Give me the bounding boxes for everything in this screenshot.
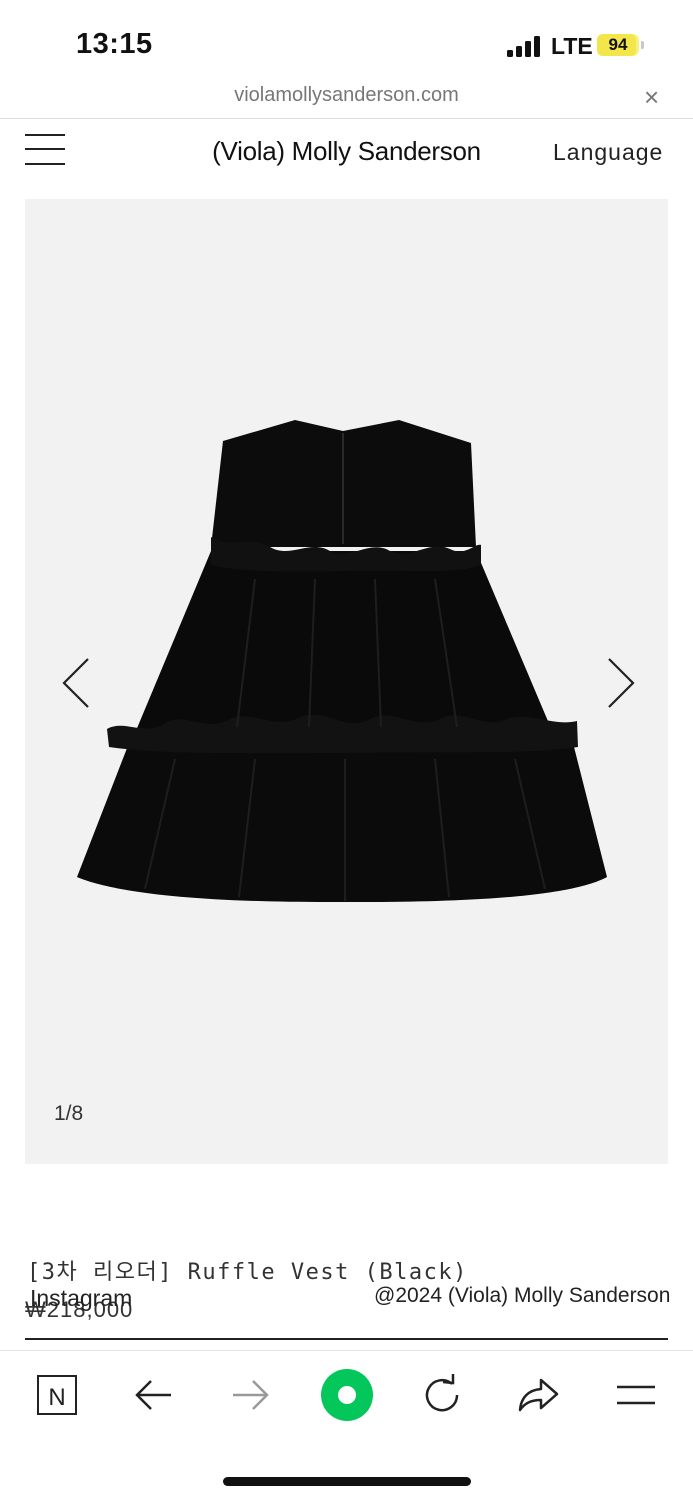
copyright-text: @2024 (Viola) Molly Sanderson [374,1284,671,1307]
home-indicator [223,1477,471,1486]
battery-cap [641,41,644,49]
address-bar-url[interactable]: violamollysanderson.com [0,84,693,107]
naver-n-icon: N [37,1375,77,1415]
back-button[interactable] [129,1370,179,1420]
reload-icon [425,1374,459,1412]
image-counter: 1/8 [54,1102,84,1125]
status-time: 13:15 [76,28,153,60]
signal-strength-icon [507,35,543,57]
green-dot-button[interactable] [321,1369,373,1421]
share-button[interactable] [513,1370,563,1420]
footer-divider [25,1338,668,1340]
product-image [77,420,607,903]
previous-image-icon[interactable] [60,655,100,711]
menu-lines-icon [617,1385,655,1405]
toolbar-divider [0,1350,693,1351]
green-dot-icon [321,1369,373,1421]
product-gallery[interactable]: 1/8 [25,199,668,1164]
language-selector[interactable]: Language [553,139,663,166]
browser-menu-button[interactable] [611,1370,661,1420]
next-image-icon[interactable] [603,655,643,711]
product-name: [3차 리오더] Ruffle Vest (Black) [27,1260,468,1285]
arrow-right-icon [233,1380,269,1410]
forward-button[interactable] [225,1370,275,1420]
arrow-left-icon [135,1380,171,1410]
reload-button[interactable] [417,1370,467,1420]
network-type: LTE [551,33,593,59]
close-tab-button[interactable]: × [644,82,659,112]
address-bar-divider [0,118,693,119]
share-icon [518,1378,559,1412]
battery-level: 94 [608,35,628,54]
naver-letter: N [48,1384,65,1411]
battery-icon: 94 [597,34,639,56]
instagram-link[interactable]: Instagram [30,1285,132,1312]
naver-home-button[interactable]: N [32,1370,82,1420]
